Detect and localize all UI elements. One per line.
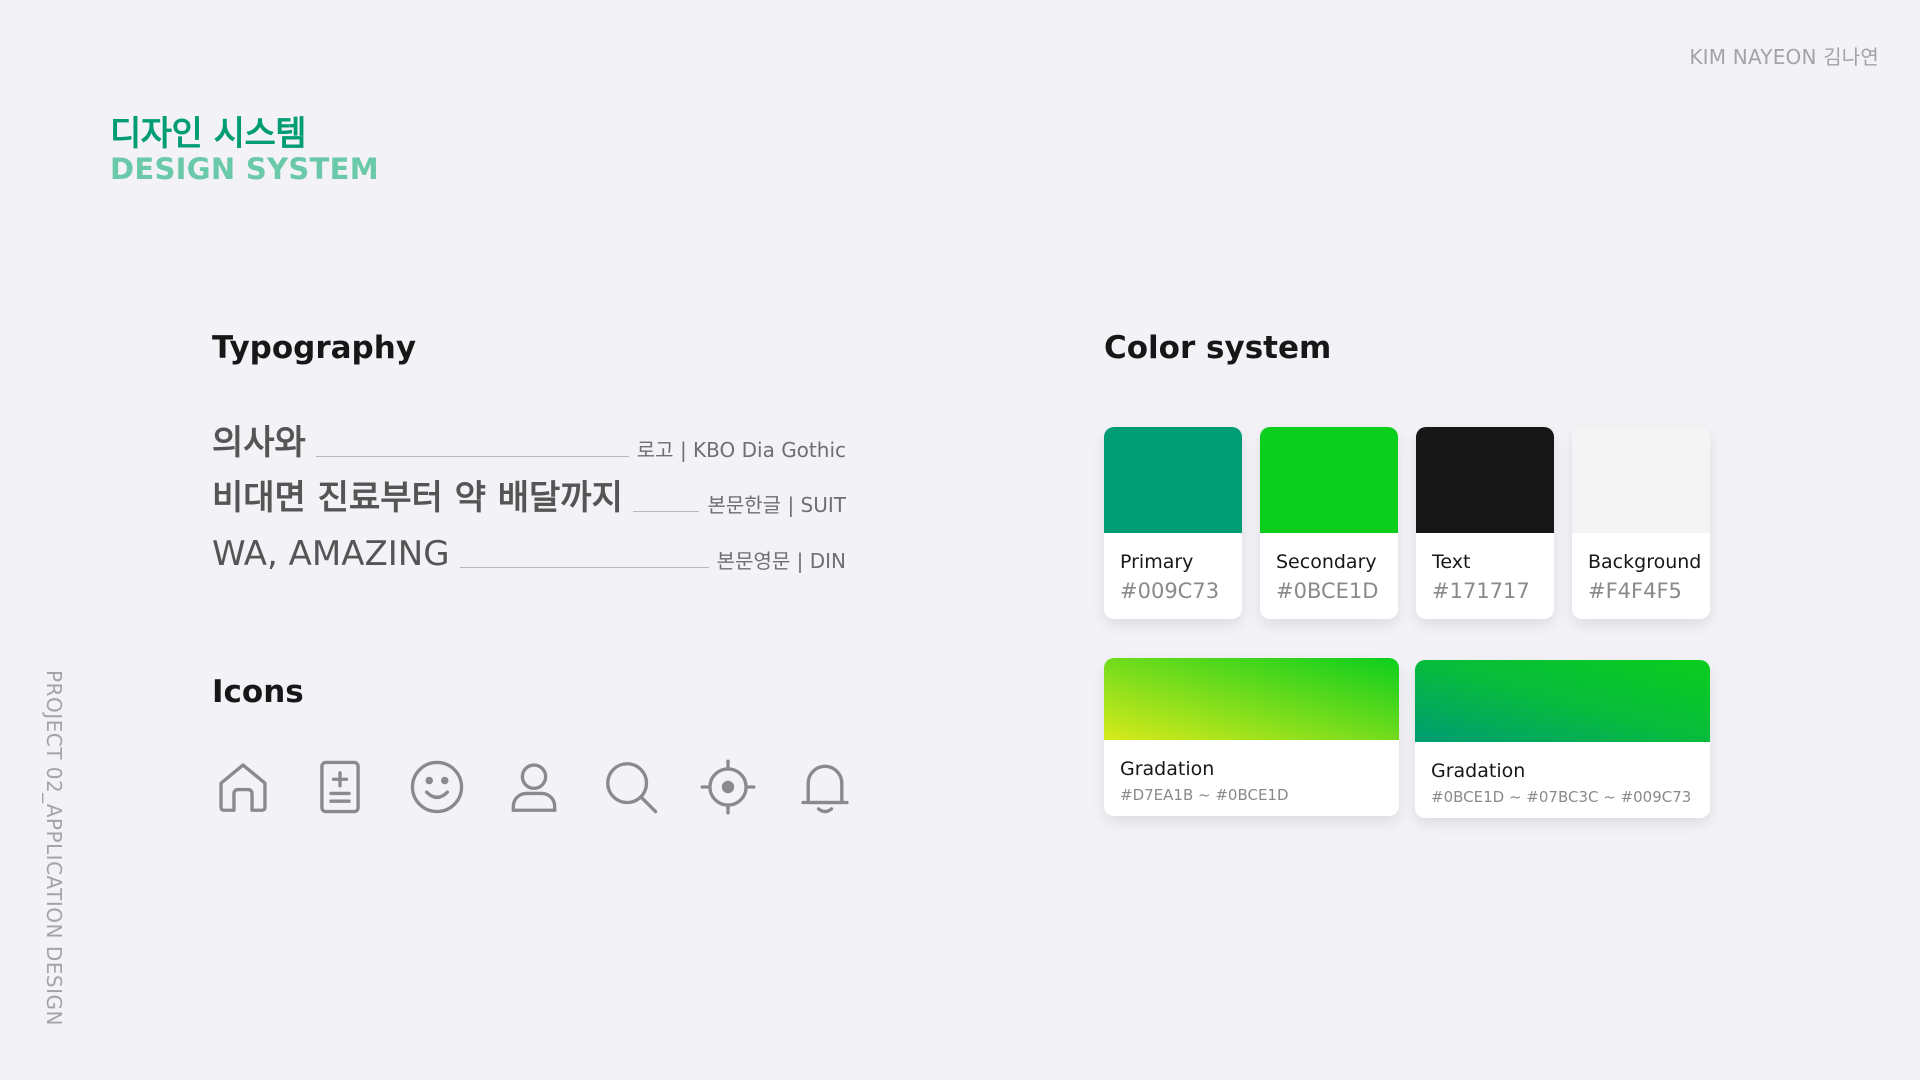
gradient-swatch-green-teal: Gradation #0BCE1D ~ #07BC3C ~ #009C73 — [1415, 660, 1710, 818]
typography-row-logo: 의사와 로고 | KBO Dia Gothic — [212, 426, 846, 460]
color-chip — [1572, 427, 1710, 533]
color-chip — [1104, 427, 1242, 533]
swatch-name: Primary — [1120, 551, 1194, 573]
typography-sample: 의사와 — [212, 423, 306, 463]
project-side-label: PROJECT 02_APPLICATION DESIGN — [42, 670, 66, 1026]
icons-section-title: Icons — [212, 674, 304, 710]
gradient-chip — [1104, 658, 1399, 740]
typography-font-label: 본문한글 | SUIT — [707, 493, 846, 517]
typography-font-label: 로고 | KBO Dia Gothic — [636, 438, 846, 462]
typography-sample: WA, AMAZING — [212, 534, 450, 574]
typography-divider — [632, 511, 700, 512]
swatch-hex: #171717 — [1432, 579, 1530, 603]
color-swatch-primary: Primary #009C73 — [1104, 427, 1242, 619]
typography-section-title: Typography — [212, 330, 417, 366]
gradient-chip — [1415, 660, 1710, 742]
swatch-name: Secondary — [1276, 551, 1377, 573]
location-target-icon — [697, 756, 759, 818]
typography-sample: 비대면 진료부터 약 배달까지 — [212, 478, 623, 518]
typography-row-body-english: WA, AMAZING 본문영문 | DIN — [212, 537, 846, 571]
gradient-hex: #0BCE1D ~ #07BC3C ~ #009C73 — [1431, 788, 1692, 806]
document-add-icon — [309, 756, 371, 818]
color-swatch-text: Text #171717 — [1416, 427, 1554, 619]
icon-set — [212, 756, 891, 818]
color-chip — [1416, 427, 1554, 533]
color-swatch-secondary: Secondary #0BCE1D — [1260, 427, 1398, 619]
gradient-name: Gradation — [1120, 758, 1215, 780]
bell-icon — [794, 756, 856, 818]
color-swatch-background: Background #F4F4F5 — [1572, 427, 1710, 619]
user-icon — [503, 756, 565, 818]
gradient-hex: #D7EA1B ~ #0BCE1D — [1120, 786, 1289, 804]
author-name: KIM NAYEON 김나연 — [1689, 45, 1879, 69]
typography-font-label: 본문영문 | DIN — [716, 549, 846, 573]
gradient-swatch-yellow-green: Gradation #D7EA1B ~ #0BCE1D — [1104, 658, 1399, 816]
swatch-name: Background — [1588, 551, 1702, 573]
typography-divider — [315, 456, 629, 457]
typography-row-body-korean: 비대면 진료부터 약 배달까지 본문한글 | SUIT — [212, 481, 846, 515]
gradient-name: Gradation — [1431, 760, 1526, 782]
search-icon — [600, 756, 662, 818]
typography-divider — [459, 567, 709, 568]
color-system-section-title: Color system — [1104, 330, 1332, 366]
swatch-hex: #009C73 — [1120, 579, 1220, 603]
smile-icon — [406, 756, 468, 818]
home-icon — [212, 756, 274, 818]
swatch-name: Text — [1432, 551, 1471, 573]
page-title-korean: 디자인 시스템 — [110, 114, 307, 154]
swatch-hex: #F4F4F5 — [1588, 579, 1682, 603]
page-title-english: DESIGN SYSTEM — [110, 152, 379, 186]
color-chip — [1260, 427, 1398, 533]
swatch-hex: #0BCE1D — [1276, 579, 1379, 603]
